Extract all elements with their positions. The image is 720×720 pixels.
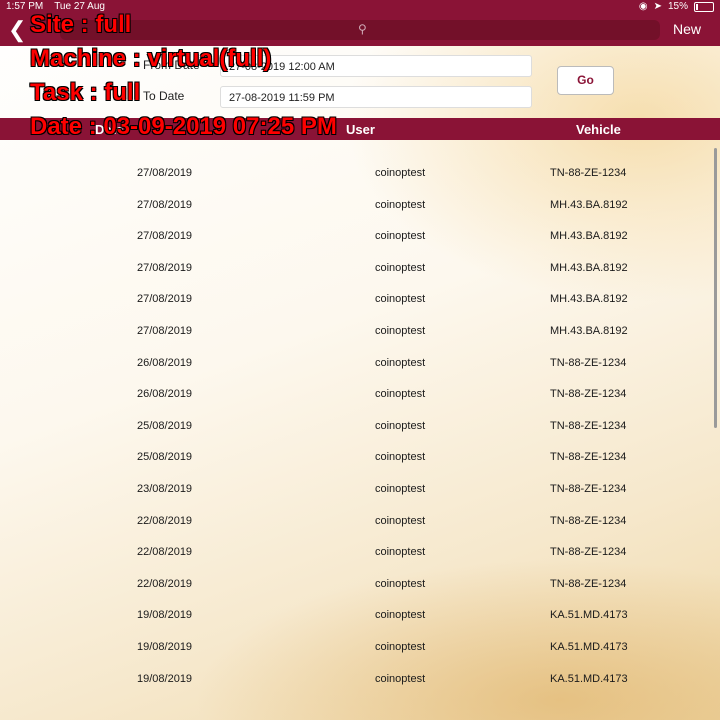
user-cell: coinoptest bbox=[375, 609, 426, 622]
date-cell: 22/08/2019 bbox=[137, 577, 193, 590]
date-cell: 27/08/2019 bbox=[137, 325, 193, 337]
column-header-user: User bbox=[346, 122, 375, 137]
vehicle-cell: MH.43.BA.8192 bbox=[550, 325, 628, 337]
date-cell: 22/08/2019 bbox=[137, 514, 193, 527]
search-icon: ⚲ bbox=[358, 22, 367, 36]
battery-percent: 15% bbox=[667, 1, 688, 12]
user-cell: coinoptest bbox=[375, 356, 426, 369]
date-cell: 22/08/2019 bbox=[137, 546, 193, 559]
vehicle-cell: MH.43.BA.8192 bbox=[550, 198, 628, 211]
vehicle-cell: KA.51.MD.4173 bbox=[550, 672, 628, 685]
table-row[interactable]: 27/08/2019 coinoptest MH.43.BA.8192 bbox=[0, 253, 720, 285]
status-right: ◉ ➤ 15% bbox=[639, 0, 714, 14]
vehicle-cell: TN-88-ZE-1234 bbox=[550, 356, 627, 369]
table-row[interactable]: 26/08/2019 coinoptest TN-88-ZE-1234 bbox=[0, 348, 720, 380]
vehicle-cell: TN-88-ZE-1234 bbox=[550, 546, 627, 559]
date-cell: 27/08/2019 bbox=[137, 230, 193, 243]
battery-icon bbox=[694, 2, 714, 12]
date-cell: 25/08/2019 bbox=[137, 451, 193, 464]
user-cell: coinoptest bbox=[375, 641, 426, 653]
user-cell: coinoptest bbox=[375, 546, 426, 559]
vehicle-cell: TN-88-ZE-1234 bbox=[550, 388, 627, 401]
table-row[interactable]: 22/08/2019 coinoptest TN-88-ZE-1234 bbox=[0, 569, 720, 601]
date-cell: 26/08/2019 bbox=[137, 388, 193, 401]
date-cell: 19/08/2019 bbox=[137, 609, 193, 622]
user-cell: coinoptest bbox=[375, 483, 426, 495]
overlay-task: Task : full bbox=[30, 79, 141, 106]
overlay-machine: Machine : virtual(full) bbox=[30, 45, 272, 72]
user-cell: coinoptest bbox=[375, 672, 426, 685]
table-row[interactable]: 19/08/2019 coinoptest KA.51.MD.4173 bbox=[0, 664, 720, 696]
date-cell: 27/08/2019 bbox=[137, 198, 193, 211]
date-cell: 23/08/2019 bbox=[137, 483, 193, 495]
location-icon: ➤ bbox=[653, 1, 662, 12]
date-cell: 19/08/2019 bbox=[137, 672, 193, 685]
date-cell: 27/08/2019 bbox=[137, 293, 193, 306]
vehicle-cell: KA.51.MD.4173 bbox=[550, 609, 628, 622]
table-row[interactable]: 25/08/2019 coinoptest TN-88-ZE-1234 bbox=[0, 442, 720, 474]
vehicle-cell: MH.43.BA.8192 bbox=[550, 261, 628, 274]
vehicle-cell: TN-88-ZE-1234 bbox=[550, 451, 627, 464]
vehicle-cell: TN-88-ZE-1234 bbox=[550, 167, 627, 179]
column-header-vehicle: Vehicle bbox=[576, 122, 621, 137]
table-row[interactable]: 27/08/2019 coinoptest TN-88-ZE-1234 bbox=[0, 158, 720, 190]
scrollbar[interactable] bbox=[714, 148, 717, 428]
date-cell: 26/08/2019 bbox=[137, 356, 193, 369]
user-cell: coinoptest bbox=[375, 577, 426, 590]
table-body[interactable]: 27/08/2019 coinoptest TN-88-ZE-1234 27/08/2… bbox=[0, 140, 720, 720]
table-row[interactable]: 25/08/2019 coinoptest TN-88-ZE-1234 bbox=[0, 411, 720, 443]
user-cell: coinoptest bbox=[375, 388, 426, 401]
vehicle-cell: KA.51.MD.4173 bbox=[550, 641, 628, 653]
new-button[interactable]: New bbox=[673, 21, 701, 37]
date-cell: 25/08/2019 bbox=[137, 419, 193, 432]
table-row[interactable]: 27/08/2019 coinoptest MH.43.BA.8192 bbox=[0, 284, 720, 316]
wifi-icon: ◉ bbox=[638, 1, 648, 12]
user-cell: coinoptest bbox=[375, 325, 426, 337]
table-row[interactable]: 19/08/2019 coinoptest KA.51.MD.4173 bbox=[0, 600, 720, 632]
overlay-site: Site : full bbox=[30, 11, 132, 38]
date-cell: 27/08/2019 bbox=[137, 167, 193, 179]
table-row[interactable]: 19/08/2019 coinoptest KA.51.MD.4173 bbox=[0, 632, 720, 664]
vehicle-cell: MH.43.BA.8192 bbox=[550, 230, 628, 243]
battery-fill bbox=[696, 4, 699, 10]
table-row[interactable]: 22/08/2019 coinoptest TN-88-ZE-1234 bbox=[0, 506, 720, 538]
vehicle-cell: TN-88-ZE-1234 bbox=[550, 514, 627, 527]
overlay-date: Date : 03-09-2019 07:25 PM bbox=[30, 113, 337, 140]
user-cell: coinoptest bbox=[375, 293, 426, 306]
user-cell: coinoptest bbox=[375, 198, 426, 211]
vehicle-cell: MH.43.BA.8192 bbox=[550, 293, 628, 306]
user-cell: coinoptest bbox=[375, 419, 426, 432]
date-cell: 19/08/2019 bbox=[137, 641, 193, 653]
table-row[interactable]: 22/08/2019 coinoptest TN-88-ZE-1234 bbox=[0, 537, 720, 569]
user-cell: coinoptest bbox=[375, 261, 426, 274]
vehicle-cell: TN-88-ZE-1234 bbox=[550, 483, 627, 495]
date-cell: 27/08/2019 bbox=[137, 261, 193, 274]
table-row[interactable]: 27/08/2019 coinoptest MH.43.BA.8192 bbox=[0, 190, 720, 222]
table-row[interactable]: 27/08/2019 coinoptest MH.43.BA.8192 bbox=[0, 221, 720, 253]
chevron-left-icon: ❮ bbox=[8, 17, 27, 42]
user-cell: coinoptest bbox=[375, 167, 426, 179]
table-row[interactable]: 26/08/2019 coinoptest TN-88-ZE-1234 bbox=[0, 379, 720, 411]
user-cell: coinoptest bbox=[375, 230, 426, 243]
vehicle-cell: TN-88-ZE-1234 bbox=[550, 419, 627, 432]
user-cell: coinoptest bbox=[375, 451, 426, 464]
table-row[interactable]: 23/08/2019 coinoptest TN-88-ZE-1234 bbox=[0, 474, 720, 506]
watermark-overlay: Site : full Machine : virtual(full) Task… bbox=[30, 8, 337, 144]
user-cell: coinoptest bbox=[375, 514, 426, 527]
vehicle-cell: TN-88-ZE-1234 bbox=[550, 577, 627, 590]
table-row[interactable]: 27/08/2019 coinoptest MH.43.BA.8192 bbox=[0, 316, 720, 348]
go-button[interactable]: Go bbox=[557, 66, 614, 95]
